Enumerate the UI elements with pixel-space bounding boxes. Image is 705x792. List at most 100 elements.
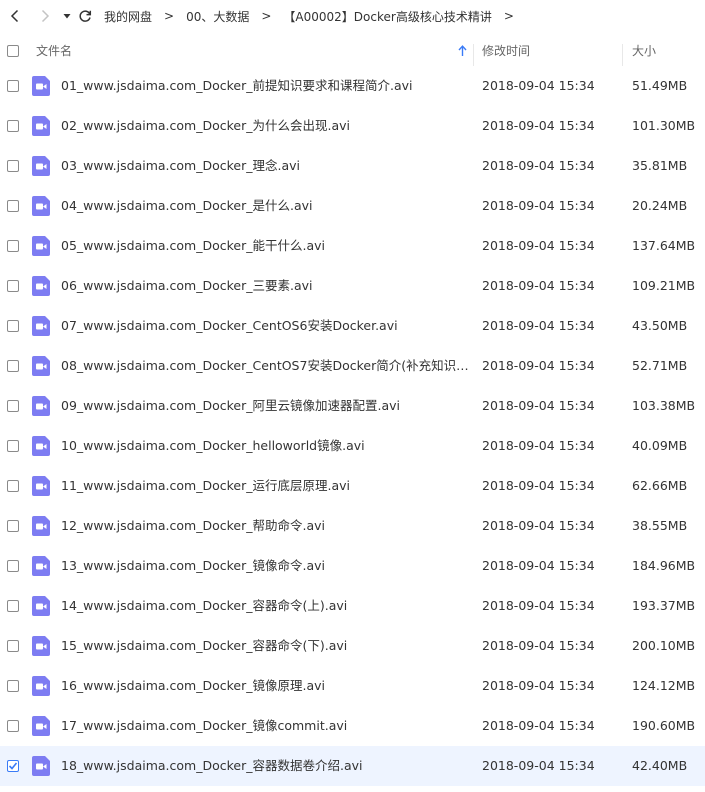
file-row[interactable]: 07_www.jsdaima.com_Docker_CentOS6安装Docke… xyxy=(0,306,705,346)
file-size: 200.10MB xyxy=(632,638,696,653)
file-row[interactable]: 03_www.jsdaima.com_Docker_理念.avi 2018-09… xyxy=(0,146,705,186)
file-modified-time: 2018-09-04 15:34 xyxy=(482,398,595,413)
column-divider[interactable] xyxy=(622,44,623,66)
file-modified-time: 2018-09-04 15:34 xyxy=(482,438,595,453)
file-name[interactable]: 09_www.jsdaima.com_Docker_阿里云镜像加速器配置.avi xyxy=(61,386,469,426)
checkmark-icon xyxy=(8,762,18,770)
file-row[interactable]: 16_www.jsdaima.com_Docker_镜像原理.avi 2018-… xyxy=(0,666,705,706)
video-file-icon xyxy=(32,196,50,216)
refresh-button[interactable] xyxy=(74,0,96,32)
breadcrumb-separator: > xyxy=(261,9,272,23)
file-row[interactable]: 08_www.jsdaima.com_Docker_CentOS7安装Docke… xyxy=(0,346,705,386)
row-checkbox[interactable] xyxy=(7,280,19,292)
file-name[interactable]: 17_www.jsdaima.com_Docker_镜像commit.avi xyxy=(61,706,469,746)
file-name[interactable]: 01_www.jsdaima.com_Docker_前提知识要求和课程简介.av… xyxy=(61,66,469,106)
file-row[interactable]: 06_www.jsdaima.com_Docker_三要素.avi 2018-0… xyxy=(0,266,705,306)
file-size: 193.37MB xyxy=(632,598,696,613)
file-modified-time: 2018-09-04 15:34 xyxy=(482,638,595,653)
column-divider[interactable] xyxy=(473,44,474,66)
row-checkbox[interactable] xyxy=(7,640,19,652)
video-file-icon xyxy=(32,676,50,696)
row-checkbox[interactable] xyxy=(7,200,19,212)
file-name[interactable]: 14_www.jsdaima.com_Docker_容器命令(上).avi xyxy=(61,586,469,626)
breadcrumb-item-bigdata[interactable]: 00、大数据 xyxy=(186,8,249,25)
row-checkbox[interactable] xyxy=(7,240,19,252)
file-name[interactable]: 03_www.jsdaima.com_Docker_理念.avi xyxy=(61,146,469,186)
row-checkbox[interactable] xyxy=(7,600,19,612)
file-name[interactable]: 12_www.jsdaima.com_Docker_帮助命令.avi xyxy=(61,506,469,546)
file-row[interactable]: 14_www.jsdaima.com_Docker_容器命令(上).avi 20… xyxy=(0,586,705,626)
file-row[interactable]: 18_www.jsdaima.com_Docker_容器数据卷介绍.avi 20… xyxy=(0,746,705,786)
file-modified-time: 2018-09-04 15:34 xyxy=(482,358,595,373)
file-name[interactable]: 15_www.jsdaima.com_Docker_容器命令(下).avi xyxy=(61,626,469,666)
video-file-icon xyxy=(32,276,50,296)
breadcrumb-separator: > xyxy=(164,9,175,23)
back-button[interactable] xyxy=(2,0,28,32)
file-row[interactable]: 02_www.jsdaima.com_Docker_为什么会出现.avi 201… xyxy=(0,106,705,146)
video-file-icon xyxy=(32,76,50,96)
row-checkbox[interactable] xyxy=(7,720,19,732)
row-checkbox[interactable] xyxy=(7,560,19,572)
row-checkbox[interactable] xyxy=(7,320,19,332)
file-row[interactable]: 12_www.jsdaima.com_Docker_帮助命令.avi 2018-… xyxy=(0,506,705,546)
file-name[interactable]: 02_www.jsdaima.com_Docker_为什么会出现.avi xyxy=(61,106,469,146)
column-header-name[interactable]: 文件名 xyxy=(36,36,72,66)
forward-button[interactable] xyxy=(32,0,58,32)
row-checkbox[interactable] xyxy=(7,760,19,772)
file-modified-time: 2018-09-04 15:34 xyxy=(482,118,595,133)
row-checkbox[interactable] xyxy=(7,80,19,92)
file-name[interactable]: 06_www.jsdaima.com_Docker_三要素.avi xyxy=(61,266,469,306)
file-name[interactable]: 08_www.jsdaima.com_Docker_CentOS7安装Docke… xyxy=(61,346,469,386)
file-name[interactable]: 05_www.jsdaima.com_Docker_能干什么.avi xyxy=(61,226,469,266)
file-modified-time: 2018-09-04 15:34 xyxy=(482,158,595,173)
video-file-icon xyxy=(32,116,50,136)
row-checkbox[interactable] xyxy=(7,440,19,452)
file-name[interactable]: 16_www.jsdaima.com_Docker_镜像原理.avi xyxy=(61,666,469,706)
row-checkbox[interactable] xyxy=(7,160,19,172)
row-checkbox[interactable] xyxy=(7,680,19,692)
file-row[interactable]: 17_www.jsdaima.com_Docker_镜像commit.avi 2… xyxy=(0,706,705,746)
video-file-icon xyxy=(32,556,50,576)
file-row[interactable]: 01_www.jsdaima.com_Docker_前提知识要求和课程简介.av… xyxy=(0,66,705,106)
file-row[interactable]: 13_www.jsdaima.com_Docker_镜像命令.avi 2018-… xyxy=(0,546,705,586)
video-file-icon xyxy=(32,636,50,656)
column-header-size[interactable]: 大小 xyxy=(632,36,656,66)
history-dropdown-button[interactable] xyxy=(60,0,74,32)
file-name[interactable]: 18_www.jsdaima.com_Docker_容器数据卷介绍.avi xyxy=(61,746,469,786)
file-size: 62.66MB xyxy=(632,478,688,493)
file-modified-time: 2018-09-04 15:34 xyxy=(482,318,595,333)
file-name[interactable]: 11_www.jsdaima.com_Docker_运行底层原理.avi xyxy=(61,466,469,506)
row-checkbox[interactable] xyxy=(7,480,19,492)
chevron-right-icon xyxy=(41,9,50,23)
file-modified-time: 2018-09-04 15:34 xyxy=(482,78,595,93)
file-modified-time: 2018-09-04 15:34 xyxy=(482,238,595,253)
file-row[interactable]: 04_www.jsdaima.com_Docker_是什么.avi 2018-0… xyxy=(0,186,705,226)
file-row[interactable]: 09_www.jsdaima.com_Docker_阿里云镜像加速器配置.avi… xyxy=(0,386,705,426)
video-file-icon xyxy=(32,236,50,256)
breadcrumb-item-my-drive[interactable]: 我的网盘 xyxy=(104,8,152,25)
file-modified-time: 2018-09-04 15:34 xyxy=(482,478,595,493)
file-row[interactable]: 05_www.jsdaima.com_Docker_能干什么.avi 2018-… xyxy=(0,226,705,266)
file-name[interactable]: 13_www.jsdaima.com_Docker_镜像命令.avi xyxy=(61,546,469,586)
file-row[interactable]: 10_www.jsdaima.com_Docker_helloworld镜像.a… xyxy=(0,426,705,466)
file-size: 124.12MB xyxy=(632,678,696,693)
file-row[interactable]: 15_www.jsdaima.com_Docker_容器命令(下).avi 20… xyxy=(0,626,705,666)
file-name[interactable]: 04_www.jsdaima.com_Docker_是什么.avi xyxy=(61,186,469,226)
column-header-modified[interactable]: 修改时间 xyxy=(482,36,530,66)
video-file-icon xyxy=(32,396,50,416)
row-checkbox[interactable] xyxy=(7,120,19,132)
row-checkbox[interactable] xyxy=(7,400,19,412)
row-checkbox[interactable] xyxy=(7,360,19,372)
file-list-header: 文件名 修改时间 大小 xyxy=(0,36,705,66)
video-file-icon xyxy=(32,596,50,616)
row-checkbox[interactable] xyxy=(7,520,19,532)
caret-down-icon xyxy=(63,14,71,19)
file-name[interactable]: 07_www.jsdaima.com_Docker_CentOS6安装Docke… xyxy=(61,306,469,346)
select-all-checkbox[interactable] xyxy=(7,45,19,57)
sort-ascending-icon[interactable] xyxy=(458,45,467,57)
file-row[interactable]: 11_www.jsdaima.com_Docker_运行底层原理.avi 201… xyxy=(0,466,705,506)
file-modified-time: 2018-09-04 15:34 xyxy=(482,518,595,533)
file-name[interactable]: 10_www.jsdaima.com_Docker_helloworld镜像.a… xyxy=(61,426,469,466)
breadcrumb-item-current-folder[interactable]: 【A00002】Docker高级核心技术精讲 xyxy=(283,8,491,25)
file-modified-time: 2018-09-04 15:34 xyxy=(482,278,595,293)
